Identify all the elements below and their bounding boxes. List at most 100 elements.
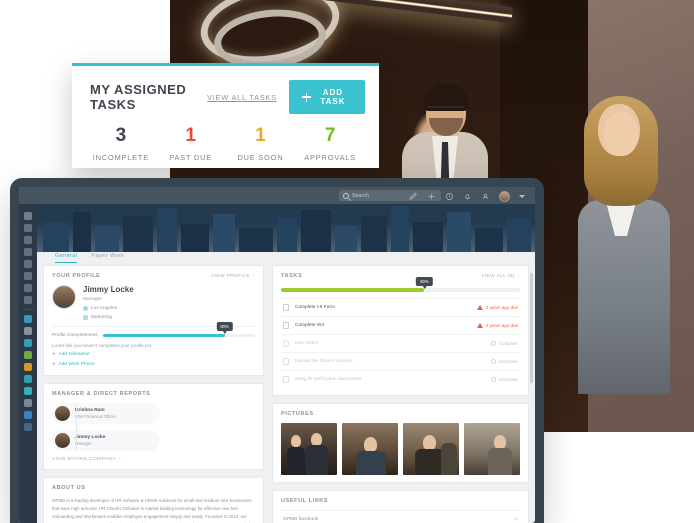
task-status-label: Complete [498,341,518,346]
avatar[interactable] [499,191,510,202]
card-title: PICTURES [281,411,314,417]
app-sidebar-rail [19,204,37,523]
stat-value: 1 [255,125,266,146]
card-title: MANAGER & DIRECT REPORTS [52,390,151,397]
task-status-label: 2 years ago due [485,323,518,328]
sidebar-item-app-blue2[interactable] [24,411,32,419]
add-task-label: ADD TASK [320,88,346,106]
sidebar-item-briefcase[interactable] [24,224,32,232]
sidebar-item-settings[interactable] [24,296,32,304]
table-row[interactable]: Intro Video Complete [281,334,520,352]
view-all-tasks-link[interactable]: VIEW ALL TASKS [207,93,277,102]
user-icon[interactable] [481,192,490,201]
add-nickname-link[interactable]: + Add Nickname [52,352,255,358]
add-work-phone-label: Add Work Phone [58,362,95,368]
picture-thumbnail[interactable] [464,423,520,475]
table-row[interactable]: Complete I-9 Form 2 years ago due [281,298,520,316]
profile-name: Jimmy Locke [83,285,134,294]
check-circle-icon [490,359,496,364]
picture-thumbnail[interactable] [403,423,459,475]
add-task-button[interactable]: ADD TASK [288,80,365,114]
stat-past-due: 1 PAST DUE [156,125,226,162]
check-circle-icon [490,377,496,382]
document-icon [283,376,289,383]
card-title: ABOUT US [52,484,86,491]
bell-icon[interactable] [463,192,472,201]
completeness-progressbar: 80% [102,321,255,337]
view-profile-label: VIEW PROFILE [211,273,250,279]
sidebar-item-app-blue[interactable] [24,315,32,323]
avatar[interactable] [52,285,76,309]
org-tree-line [76,402,77,451]
sidebar-item-home[interactable] [24,212,32,220]
pencil-icon[interactable] [409,192,418,201]
view-all-tasks-link[interactable]: VIEW ALL (8) › [481,274,520,279]
laptop-device: Search General Paper Work YOUR PROFILE V… [10,178,544,523]
sidebar-item-app-teal2[interactable] [24,375,32,383]
view-entire-company-label: VIEW ENTIRE COMPANY [52,456,117,462]
link-label: GPMD facebook [283,517,319,522]
plus-icon [301,92,311,102]
task-name: Intro Video [295,341,319,346]
sidebar-item-app-navy[interactable] [24,423,32,431]
hotel-staff-woman [576,96,672,394]
tab-paper-work[interactable]: Paper Work [91,253,124,263]
page-title: MY ASSIGNED TASKS [90,82,187,112]
view-profile-link[interactable]: VIEW PROFILE › [211,274,255,279]
table-row[interactable]: Upload the Drivers Licence Complete [281,352,520,370]
pictures-card: PICTURES [272,403,529,483]
sidebar-item-app-teal[interactable] [24,339,32,347]
tab-general[interactable]: General [55,253,78,263]
location-label: Los Angeles [91,305,118,311]
person-name: Krishna Ram [75,407,105,413]
add-work-phone-link[interactable]: + Add Work Phone [52,362,255,368]
list-item[interactable]: Jimmy Locke Manager [52,429,160,451]
search-placeholder: Search [352,192,370,199]
stat-label: DUE SOON [237,152,284,162]
stat-approvals: 7 APPROVALS [295,125,365,162]
list-item[interactable]: GPMD facebook ↗ [281,510,520,523]
sidebar-item-app-gray[interactable] [24,327,32,335]
table-row[interactable]: Complete W4 2 years ago due [281,316,520,334]
useful-links-card: USEFUL LINKS GPMD facebook ↗ GPMD compan… [272,490,529,523]
chevron-down-icon[interactable] [519,195,525,198]
profile-completeness: Profile Completeness 80% [52,321,255,338]
profile-tabs: General Paper Work [55,253,124,263]
sidebar-item-folder[interactable] [24,284,32,292]
sidebar-item-app-cyan[interactable] [24,387,32,395]
department-icon [83,314,88,320]
stat-value: 7 [324,125,336,146]
scrollbar[interactable] [530,273,533,383]
view-all-label: VIEW ALL (8) [481,273,515,279]
plus-icon[interactable] [427,192,436,201]
profile-department: Marketing [83,314,134,320]
picture-thumbnail[interactable] [342,423,398,475]
sidebar-item-app-orange[interactable] [24,363,32,371]
profile-cover-banner [37,204,535,252]
sidebar-item-calendar[interactable] [24,248,32,256]
sidebar-item-chart[interactable] [24,272,32,280]
plus-icon: + [52,361,56,368]
sidebar-item-documents[interactable] [24,260,32,268]
sidebar-item-app-slate[interactable] [24,399,32,407]
warning-icon [476,323,483,328]
table-row[interactable]: Bring ID verification documents Complete [281,370,520,388]
task-status-label: Complete [498,377,518,382]
list-item[interactable]: Krishna Ram Chief Financial Officer [52,402,160,424]
sidebar-item-people[interactable] [24,236,32,244]
sidebar-item-app-green[interactable] [24,351,32,359]
left-column: YOUR PROFILE VIEW PROFILE › Jimmy Locke … [43,265,264,523]
task-name: Complete W4 [295,323,325,328]
add-nickname-label: Add Nickname [58,352,90,358]
about-body: GPMD is a leading developer of HR softwa… [52,497,252,523]
task-stats: 3 INCOMPLETE 1 PAST DUE 1 DUE SOON 7 APP… [72,114,379,162]
stat-label: PAST DUE [169,152,213,162]
attachment-icon [283,358,289,365]
view-entire-company-link[interactable]: VIEW ENTIRE COMPANY › [52,457,255,462]
picture-thumbnail[interactable] [281,423,337,475]
tasks-progress-tooltip: 60% [416,277,433,289]
document-icon [283,322,289,329]
dashboard-content: YOUR PROFILE VIEW PROFILE › Jimmy Locke … [37,265,535,523]
manager-direct-reports-card: MANAGER & DIRECT REPORTS Krishna Ram Chi… [43,382,264,470]
clock-icon[interactable] [445,192,454,201]
